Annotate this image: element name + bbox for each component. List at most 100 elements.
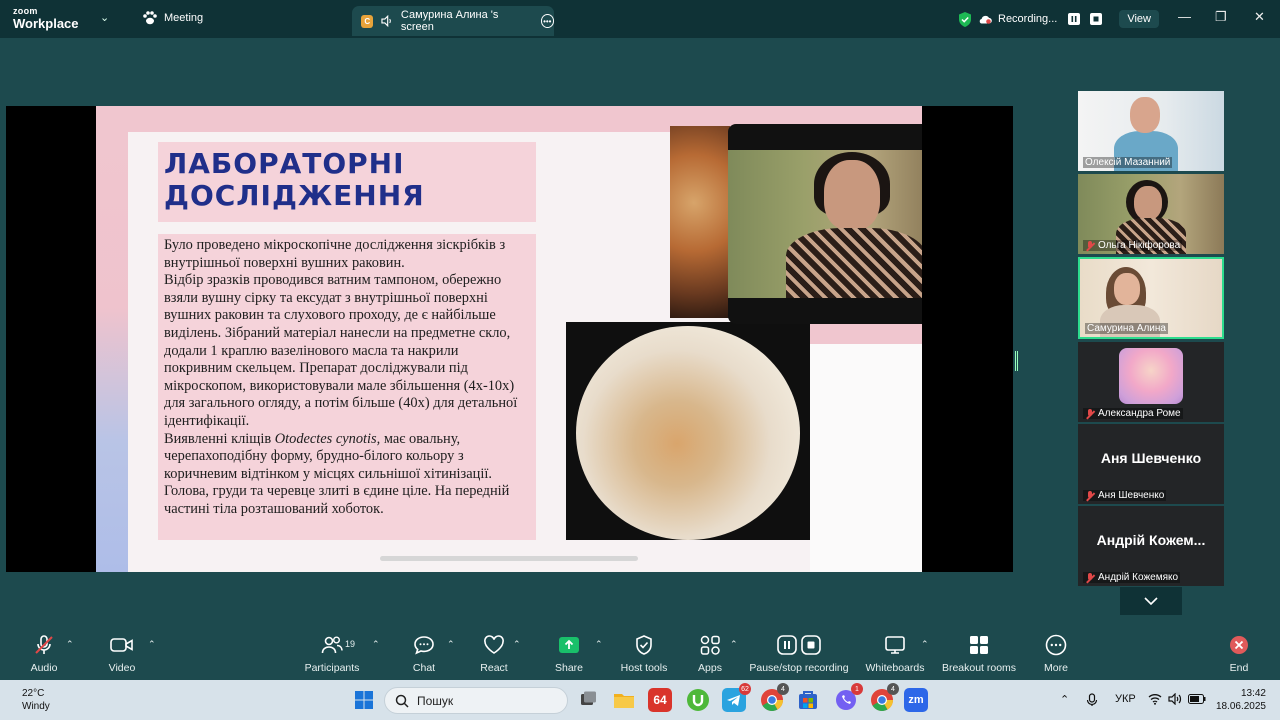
zoom-app-icon[interactable]: zm bbox=[904, 688, 928, 712]
participant-tile-4[interactable]: Александра Роме bbox=[1078, 342, 1224, 422]
title-bar: zoom Workplace ⌄ Meeting C Самурина Алин… bbox=[0, 0, 1280, 38]
slide-decor-left bbox=[96, 132, 128, 572]
chat-icon bbox=[414, 636, 434, 655]
host-tools-label: Host tools bbox=[620, 662, 668, 674]
meeting-tab[interactable]: Meeting bbox=[142, 11, 203, 25]
stop-recording-icon[interactable] bbox=[1090, 13, 1103, 25]
clock-time: 13:42 bbox=[1240, 688, 1266, 699]
meeting-controls-bar: Audio ⌃ Video ⌃ Participants 19 ⌃ Chat ⌃… bbox=[0, 630, 1280, 680]
shared-screen[interactable]: ЛАБОРАТОРНІ ДОСЛІДЖЕННЯ Було проведено м… bbox=[6, 106, 1013, 572]
sharer-badge: C bbox=[361, 14, 374, 28]
pause-recording-icon[interactable] bbox=[1068, 13, 1081, 25]
maximize-button[interactable]: ❐ bbox=[1215, 9, 1227, 25]
encryption-shield-icon[interactable] bbox=[958, 11, 972, 27]
participant-tile-1[interactable]: Олексій Мазанний bbox=[1078, 91, 1224, 171]
slide-paragraph-2: Відбір зразків проводився ватним тампоно… bbox=[164, 272, 518, 429]
mic-muted-icon bbox=[1085, 572, 1095, 583]
para3-prefix: Виявленні кліщів bbox=[164, 430, 275, 447]
chat-button[interactable]: Chat bbox=[406, 630, 442, 680]
apps-button[interactable]: Apps bbox=[692, 630, 728, 680]
participant-name: Ольга Нікіфорова bbox=[1083, 240, 1183, 251]
show-hidden-icons-button[interactable]: ⌃ bbox=[1060, 693, 1069, 706]
presentation-slide: ЛАБОРАТОРНІ ДОСЛІДЖЕННЯ Було проведено м… bbox=[96, 106, 922, 572]
chrome-profile-2-icon[interactable]: 4 bbox=[870, 683, 899, 712]
participant-name-text: Олексій Мазанний bbox=[1085, 157, 1171, 168]
participant-name: Александра Роме bbox=[1083, 408, 1183, 419]
recording-group: Recording... View bbox=[958, 8, 1159, 30]
panel-resize-handle[interactable] bbox=[1015, 351, 1018, 371]
breakout-rooms-icon bbox=[970, 636, 988, 654]
microscope-image-bottom bbox=[566, 322, 810, 540]
slide-scrollbar[interactable] bbox=[380, 556, 638, 561]
react-button[interactable]: React bbox=[476, 630, 512, 680]
slide-decor-white bbox=[810, 344, 922, 572]
audio-options-caret[interactable]: ⌃ bbox=[66, 639, 74, 650]
scroll-participants-down-button[interactable] bbox=[1120, 587, 1182, 615]
whiteboards-button[interactable]: Whiteboards bbox=[864, 630, 926, 680]
chrome-icon[interactable]: 4 bbox=[760, 683, 789, 712]
microphone-tray-icon[interactable] bbox=[1086, 693, 1098, 707]
host-tools-shield-icon bbox=[636, 635, 652, 655]
chrome-2-badge: 4 bbox=[887, 683, 899, 695]
audio-button[interactable]: Audio bbox=[26, 630, 62, 680]
participant-name-text: Аня Шевченко bbox=[1098, 490, 1165, 501]
zoom-workplace-logo[interactable]: zoom Workplace bbox=[13, 7, 79, 31]
participant-name-text: Самурина Алина bbox=[1087, 323, 1166, 334]
wifi-icon[interactable] bbox=[1148, 693, 1162, 705]
participant-tile-6[interactable]: Андрій Кожем... Андрій Кожемяко bbox=[1078, 506, 1224, 586]
whiteboards-options-caret[interactable]: ⌃ bbox=[921, 639, 929, 650]
volume-icon[interactable] bbox=[1168, 693, 1182, 705]
host-tools-button[interactable]: Host tools bbox=[618, 630, 670, 680]
system-clock[interactable]: 13:42 18.06.2025 bbox=[1214, 687, 1266, 713]
react-options-caret[interactable]: ⌃ bbox=[513, 639, 521, 650]
chat-label: Chat bbox=[412, 662, 436, 674]
share-options-caret[interactable]: ⌃ bbox=[595, 639, 603, 650]
participant-tile-3-active-speaker[interactable]: Самурина Алина bbox=[1078, 257, 1224, 339]
participant-tile-5[interactable]: Аня Шевченко Аня Шевченко bbox=[1078, 424, 1224, 504]
camera-icon bbox=[110, 638, 133, 652]
taskbar-search[interactable]: Пошук bbox=[384, 687, 568, 714]
participant-tile-2[interactable]: Ольга Нікіфорова bbox=[1078, 174, 1224, 254]
store-icon[interactable] bbox=[796, 688, 820, 712]
more-label: More bbox=[1044, 662, 1068, 674]
app-64-icon[interactable]: 64 bbox=[648, 688, 672, 712]
windows-start-icon[interactable] bbox=[352, 688, 376, 712]
utorrent-icon[interactable] bbox=[686, 688, 710, 712]
participant-name: Андрій Кожемяко bbox=[1083, 572, 1181, 583]
breakout-rooms-button[interactable]: Breakout rooms bbox=[940, 630, 1018, 680]
more-button[interactable]: More bbox=[1038, 630, 1074, 680]
video-button[interactable]: Video bbox=[104, 630, 140, 680]
participants-button[interactable]: Participants bbox=[302, 630, 362, 680]
weather-widget[interactable]: 22°C Windy bbox=[22, 687, 50, 713]
battery-icon[interactable] bbox=[1188, 694, 1206, 704]
share-button[interactable]: Share bbox=[550, 630, 588, 680]
task-view-icon[interactable] bbox=[576, 688, 600, 712]
more-options-icon[interactable]: ••• bbox=[540, 14, 554, 28]
microscope-field bbox=[576, 326, 800, 540]
pause-stop-recording-button[interactable]: Pause/stop recording bbox=[748, 630, 850, 680]
participant-name-text: Андрій Кожемяко bbox=[1098, 572, 1179, 583]
viber-icon[interactable]: 1 bbox=[834, 683, 863, 712]
audio-label: Audio bbox=[30, 662, 58, 674]
file-explorer-icon[interactable] bbox=[612, 688, 636, 712]
end-meeting-button[interactable]: End bbox=[1222, 630, 1256, 680]
keyboard-language[interactable]: УКР bbox=[1115, 693, 1136, 705]
slide-body-box: Було проведено мікроскопічне дослідження… bbox=[158, 234, 536, 540]
apps-options-caret[interactable]: ⌃ bbox=[730, 639, 738, 650]
close-button[interactable]: ✕ bbox=[1254, 9, 1265, 25]
telegram-icon[interactable]: 62 bbox=[722, 683, 751, 712]
participant-big-name: Аня Шевченко bbox=[1100, 450, 1202, 466]
chevron-down-icon[interactable]: ⌄ bbox=[100, 11, 109, 24]
participant-name: Аня Шевченко bbox=[1083, 490, 1167, 501]
participant-name: Самурина Алина bbox=[1085, 323, 1168, 334]
minimize-button[interactable]: — bbox=[1178, 9, 1191, 24]
view-button[interactable]: View bbox=[1119, 10, 1159, 28]
windows-taskbar: 22°C Windy Пошук 64 62 4 1 4 zm ⌃ УКР 13… bbox=[0, 680, 1280, 720]
apps-icon bbox=[700, 635, 720, 655]
participants-options-caret[interactable]: ⌃ bbox=[372, 639, 380, 650]
video-options-caret[interactable]: ⌃ bbox=[148, 639, 156, 650]
slide-paragraph-3: Виявленні кліщів Otodectes cynotis, має … bbox=[164, 431, 530, 519]
share-screen-tab[interactable]: C Самурина Алина 's screen ••• bbox=[352, 6, 554, 36]
participant-name-text: Александра Роме bbox=[1098, 408, 1181, 419]
chat-options-caret[interactable]: ⌃ bbox=[447, 639, 455, 650]
